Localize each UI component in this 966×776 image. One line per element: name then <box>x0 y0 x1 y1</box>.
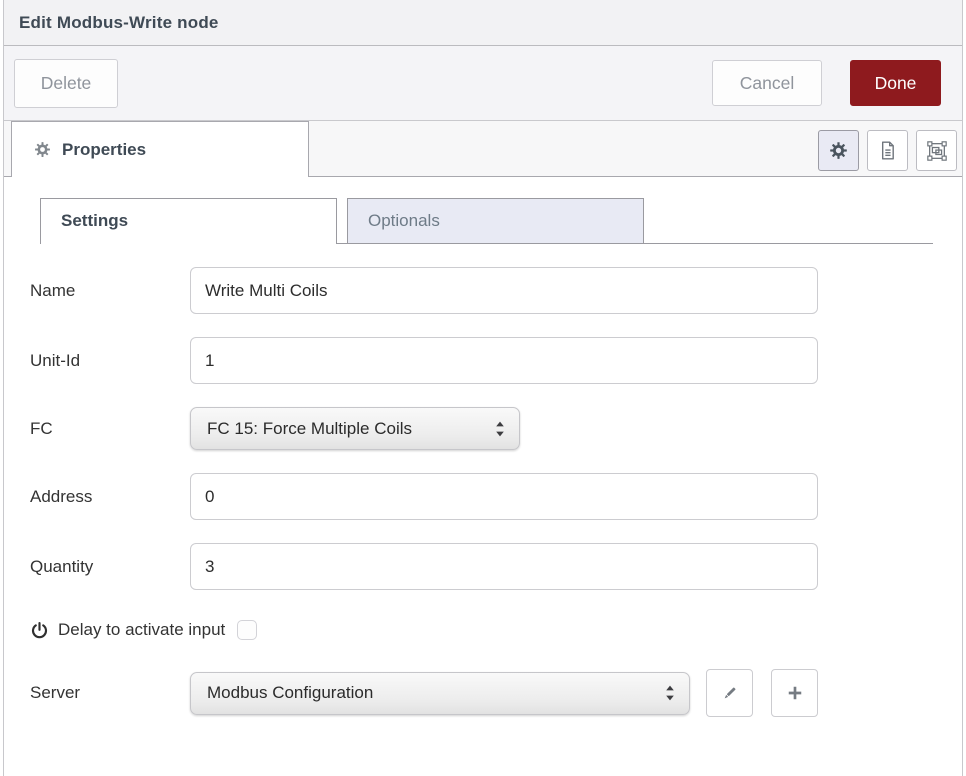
tab-settings[interactable]: Settings <box>40 198 337 243</box>
properties-form: Settings Optionals Name Unit-Id FC FC 15… <box>4 177 962 776</box>
up-down-arrows-icon <box>665 685 675 701</box>
server-select[interactable]: Modbus Configuration <box>190 672 690 715</box>
dialog-header: Edit Modbus-Write node <box>4 0 962 46</box>
optionals-tab-label: Optionals <box>368 211 440 231</box>
pencil-icon <box>720 684 739 703</box>
quantity-label: Quantity <box>30 557 190 577</box>
fc-select[interactable]: FC 15: Force Multiple Coils <box>190 407 520 450</box>
unit-id-input[interactable] <box>190 337 818 384</box>
quantity-row: Quantity <box>30 543 962 590</box>
name-row: Name <box>30 267 962 314</box>
server-label: Server <box>30 683 190 703</box>
server-row: Server Modbus Configuration <box>30 669 962 717</box>
properties-tab-label: Properties <box>62 140 146 160</box>
appearance-icon <box>926 140 948 162</box>
done-button[interactable]: Done <box>850 60 941 106</box>
cancel-button[interactable]: Cancel <box>712 60 822 106</box>
gear-icon <box>34 141 51 158</box>
address-row: Address <box>30 473 962 520</box>
unit-id-row: Unit-Id <box>30 337 962 384</box>
quantity-input[interactable] <box>190 543 818 590</box>
fc-row: FC FC 15: Force Multiple Coils <box>30 407 962 450</box>
plus-icon <box>785 683 805 703</box>
name-input[interactable] <box>190 267 818 314</box>
power-icon <box>30 621 49 640</box>
server-select-value: Modbus Configuration <box>207 683 655 703</box>
name-label: Name <box>30 281 190 301</box>
up-down-arrows-icon <box>495 421 505 437</box>
tab-optionals[interactable]: Optionals <box>347 198 644 243</box>
settings-tab-label: Settings <box>61 211 128 231</box>
delay-label: Delay to activate input <box>58 620 225 640</box>
properties-panel-button[interactable] <box>818 130 859 171</box>
fc-label: FC <box>30 419 190 439</box>
dialog-toolbar: Delete Cancel Done <box>4 46 962 121</box>
document-icon <box>877 140 898 161</box>
appearance-panel-button[interactable] <box>916 130 957 171</box>
fc-select-value: FC 15: Force Multiple Coils <box>207 419 485 439</box>
editor-tab-bar: Settings Optionals <box>40 198 933 244</box>
delete-button[interactable]: Delete <box>14 59 118 108</box>
address-input[interactable] <box>190 473 818 520</box>
edit-server-button[interactable] <box>706 669 753 717</box>
panel-tab-bar: Properties <box>4 121 962 177</box>
panel-tab-buttons <box>818 130 957 171</box>
tab-properties[interactable]: Properties <box>11 121 309 177</box>
add-server-button[interactable] <box>771 669 818 717</box>
edit-node-dialog: Edit Modbus-Write node Delete Cancel Don… <box>3 0 963 776</box>
address-label: Address <box>30 487 190 507</box>
delay-row: Delay to activate input <box>30 616 962 644</box>
delay-checkbox[interactable] <box>237 620 257 640</box>
description-panel-button[interactable] <box>867 130 908 171</box>
gear-icon <box>829 141 848 160</box>
unit-id-label: Unit-Id <box>30 351 190 371</box>
dialog-title: Edit Modbus-Write node <box>19 13 219 33</box>
